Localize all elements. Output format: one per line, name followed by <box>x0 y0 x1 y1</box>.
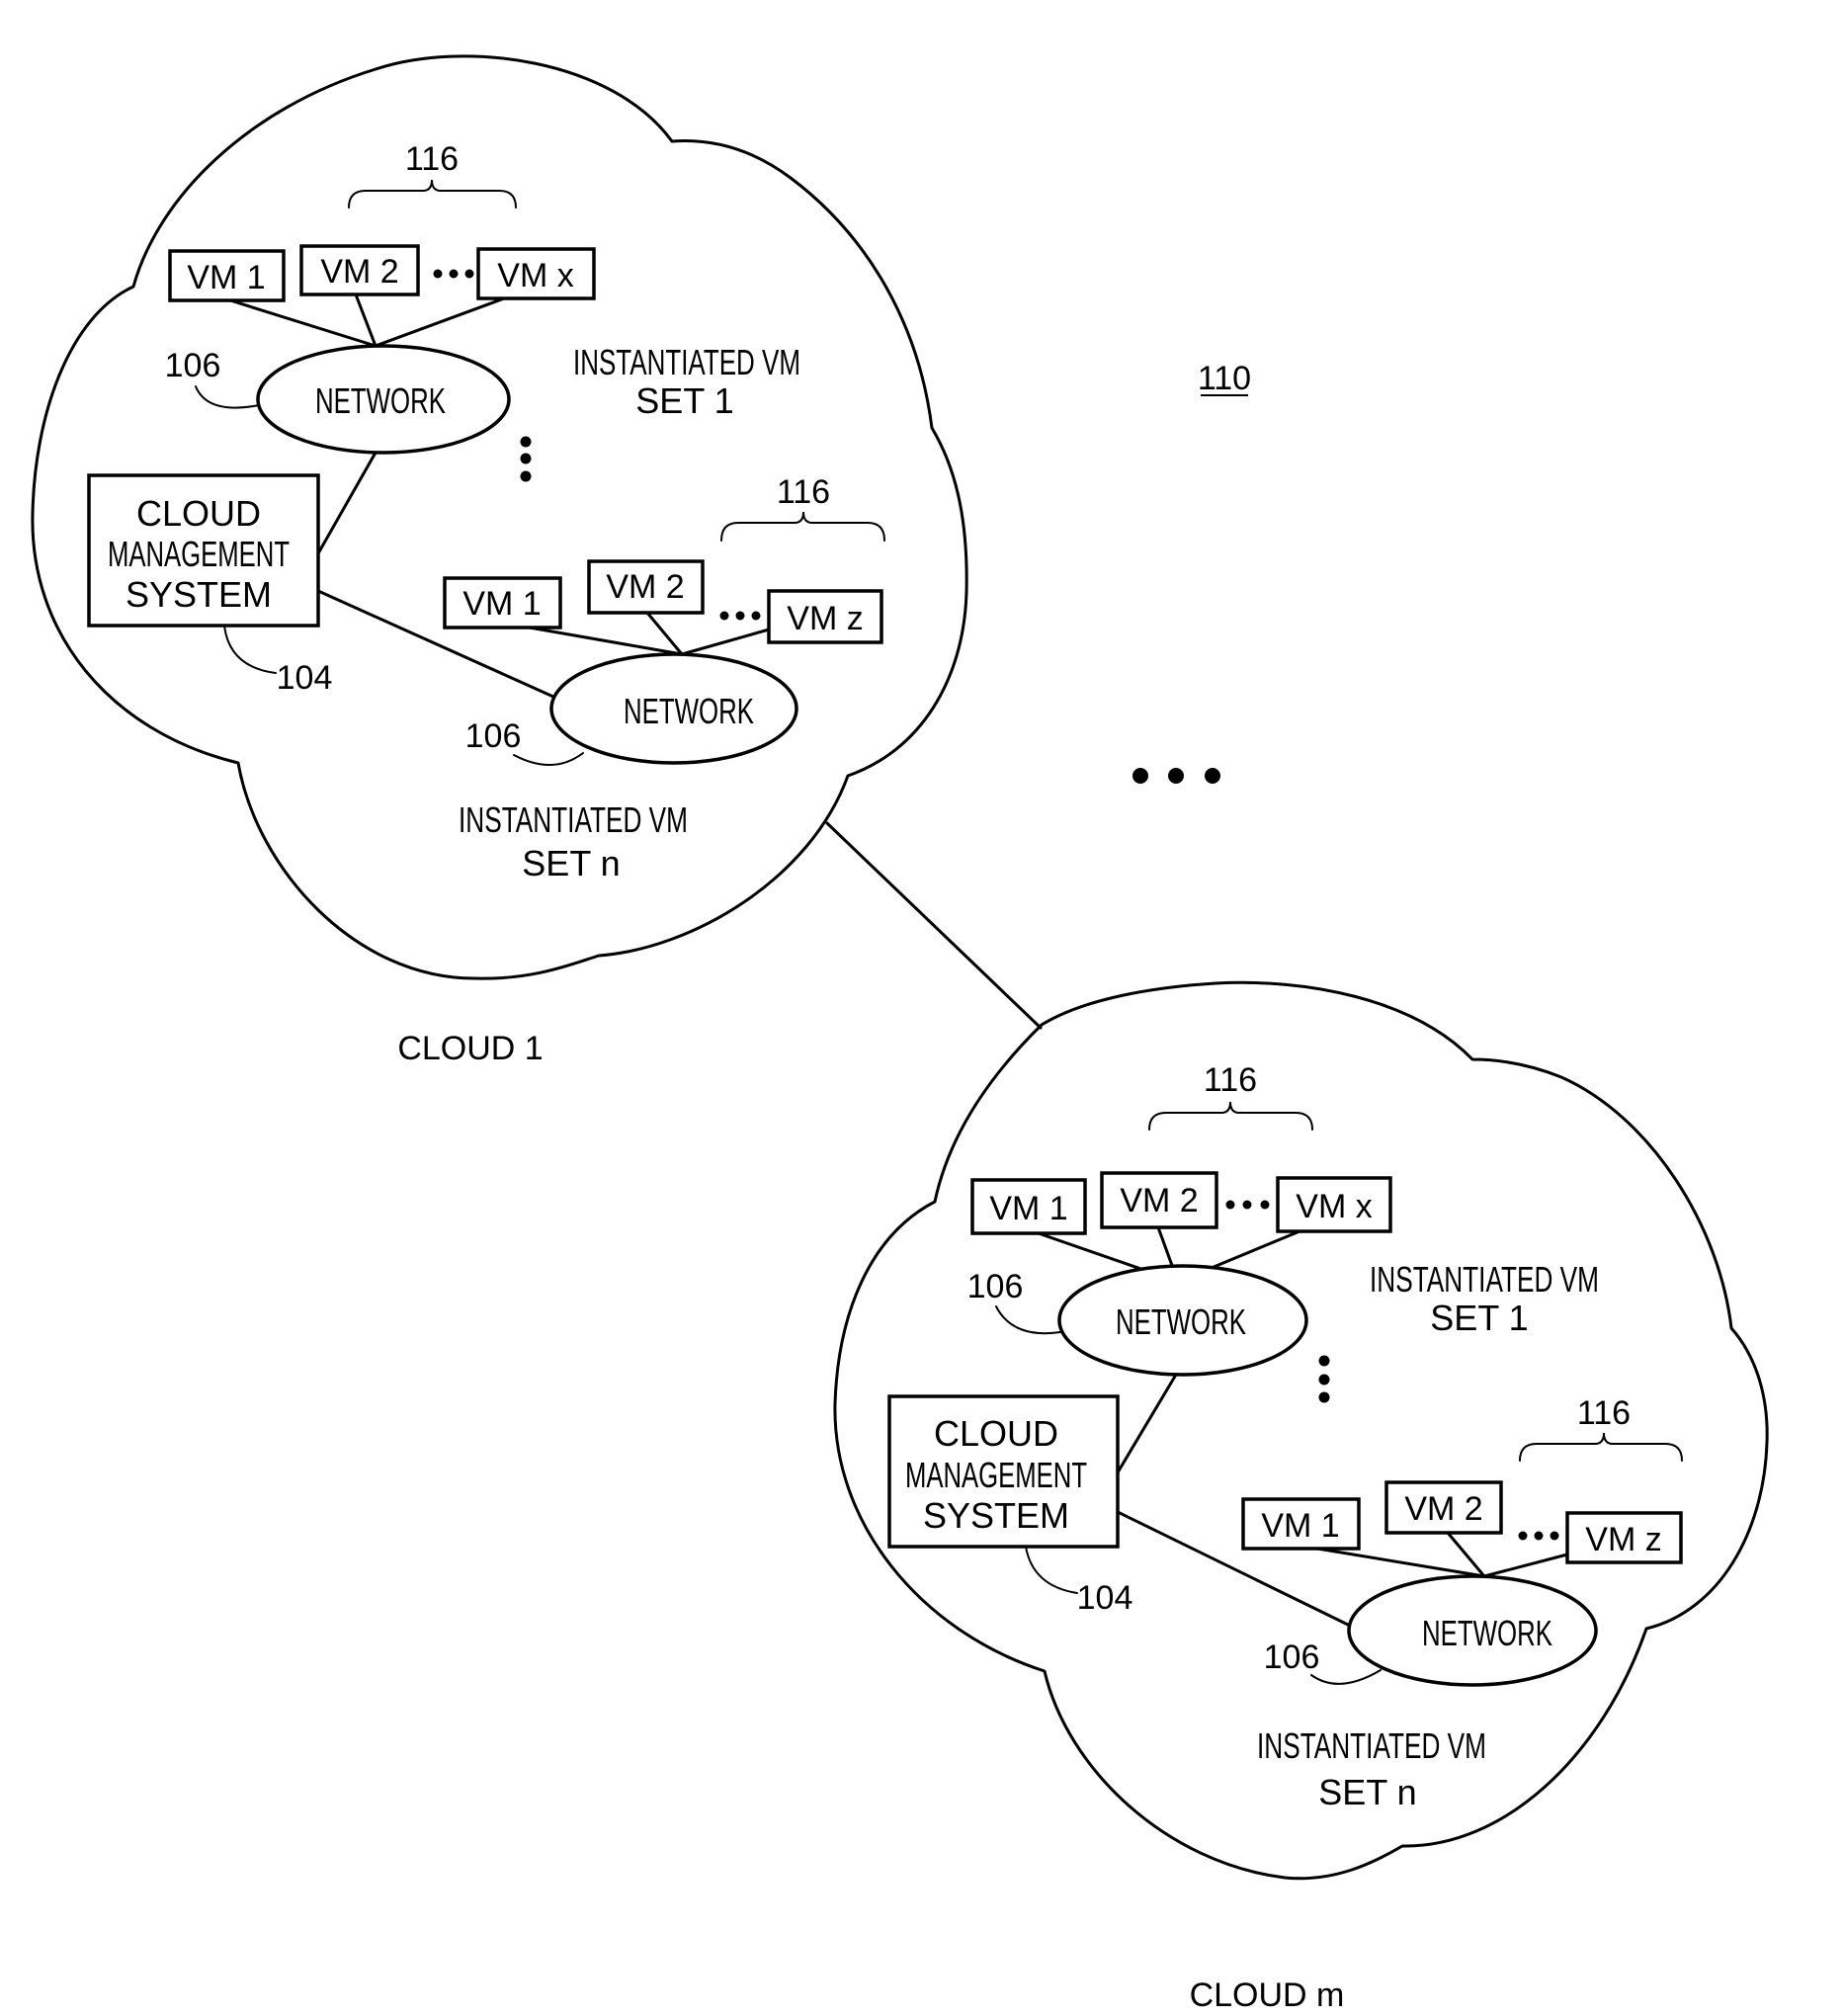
vm-label: VM 1 <box>1261 1507 1339 1545</box>
network-ref-106: 106 <box>967 1268 1024 1305</box>
vm-label: VM 2 <box>320 253 398 291</box>
cms-ref-leader <box>223 625 277 674</box>
vm-link <box>354 293 377 348</box>
vm-set-label: SET n <box>522 843 620 883</box>
vm-label: VM 1 <box>462 585 541 623</box>
vm-sets-ellipsis <box>1318 1355 1330 1403</box>
network-label: NETWORK <box>1422 1613 1552 1653</box>
network-ref-leader <box>1310 1669 1382 1685</box>
network-ref-leader <box>195 385 260 409</box>
network-ref-leader <box>513 752 584 766</box>
vm-label: VM z <box>1585 1521 1661 1558</box>
cloud-m-label: CLOUD m <box>1190 1976 1345 2014</box>
group-ref-116: 116 <box>777 473 830 511</box>
group-brace <box>720 511 885 542</box>
cms-ref-leader <box>1025 1546 1078 1594</box>
vm-label: VM 2 <box>606 568 684 606</box>
cms-label: SYSTEM <box>126 574 272 615</box>
vm-set-label: SET n <box>1318 1772 1416 1812</box>
ellipsis-dot <box>1205 768 1220 784</box>
network-ref-106: 106 <box>465 717 522 755</box>
cloud-m: 116 VM 1 VM 2 VM x 106 NETWORK INSTANTIA… <box>833 980 1769 2014</box>
cms-ref-104: 104 <box>277 659 333 697</box>
vm-set-label: INSTANTIATED VM <box>1370 1259 1599 1300</box>
vm-link <box>1482 1553 1569 1578</box>
cms-label: CLOUD <box>934 1413 1058 1454</box>
network-ref-106: 106 <box>1264 1638 1320 1676</box>
vm-label: VM 2 <box>1120 1182 1198 1219</box>
cms-label: SYSTEM <box>923 1495 1069 1536</box>
inter-cloud-link <box>825 821 1043 1030</box>
network-label: NETWORK <box>624 691 754 731</box>
clouds-ellipsis <box>1132 768 1220 784</box>
network-ref-106: 106 <box>165 347 221 384</box>
vm-ellipsis <box>433 269 474 279</box>
cloud-network-diagram: 110 116 VM 1 VM 2 VM x 106 NETWORK INSTA… <box>31 54 1769 2014</box>
network-label: NETWORK <box>1116 1302 1246 1342</box>
group-ref-116: 116 <box>1577 1394 1631 1432</box>
vm-ellipsis <box>719 611 761 621</box>
cloud-m-vm-set-n: 116 VM 1 VM 2 VM z NETWORK 106 INSTANTIA… <box>1241 1394 1683 1812</box>
cms-ref-104: 104 <box>1077 1579 1133 1617</box>
vm-label: VM z <box>787 600 863 637</box>
network-ref-leader <box>995 1305 1061 1335</box>
vm-set-label: INSTANTIATED VM <box>1257 1725 1486 1766</box>
vm-link <box>522 625 684 656</box>
vm-link <box>374 296 506 348</box>
group-ref-116: 116 <box>405 140 459 178</box>
vm-link <box>225 297 377 348</box>
ellipsis-dot <box>1132 768 1148 784</box>
cloud-1-vm-set-1: 116 VM 1 VM 2 VM x 106 NETWORK INSTANTIA… <box>165 140 800 455</box>
group-brace <box>1519 1432 1683 1462</box>
cloud-1-label: CLOUD 1 <box>397 1030 543 1067</box>
group-ref-116: 116 <box>1204 1061 1257 1099</box>
vm-link <box>680 628 771 656</box>
vm-set-label: INSTANTIATED VM <box>459 799 688 840</box>
vm-label: VM x <box>497 257 573 294</box>
group-brace <box>1148 1101 1313 1131</box>
cms-label: MANAGEMENT <box>905 1455 1087 1495</box>
vm-sets-ellipsis <box>520 436 532 482</box>
vm-ellipsis <box>1518 1531 1559 1541</box>
cms-link-network-1 <box>316 451 377 555</box>
cms-link-network-1 <box>1116 1373 1178 1474</box>
vm-set-label: INSTANTIATED VM <box>573 342 800 382</box>
cloud-1: 116 VM 1 VM 2 VM x 106 NETWORK INSTANTIA… <box>31 54 968 1067</box>
group-brace <box>348 179 517 209</box>
vm-link <box>1315 1547 1486 1578</box>
cloud-m-vm-set-1: 116 VM 1 VM 2 VM x 106 NETWORK INSTANTIA… <box>967 1061 1599 1377</box>
vm-label: VM 1 <box>187 259 265 296</box>
vm-label: VM 2 <box>1404 1490 1482 1528</box>
vm-set-label: SET 1 <box>635 380 733 421</box>
cms-label: MANAGEMENT <box>108 534 290 574</box>
vm-set-label: SET 1 <box>1430 1298 1528 1338</box>
vm-ellipsis <box>1225 1200 1270 1210</box>
vm-label: VM x <box>1296 1188 1372 1225</box>
ellipsis-dot <box>1168 768 1184 784</box>
cms-label: CLOUD <box>136 493 261 534</box>
figure-ref-110: 110 <box>1198 360 1251 397</box>
vm-label: VM 1 <box>989 1190 1067 1227</box>
network-label: NETWORK <box>315 380 446 421</box>
